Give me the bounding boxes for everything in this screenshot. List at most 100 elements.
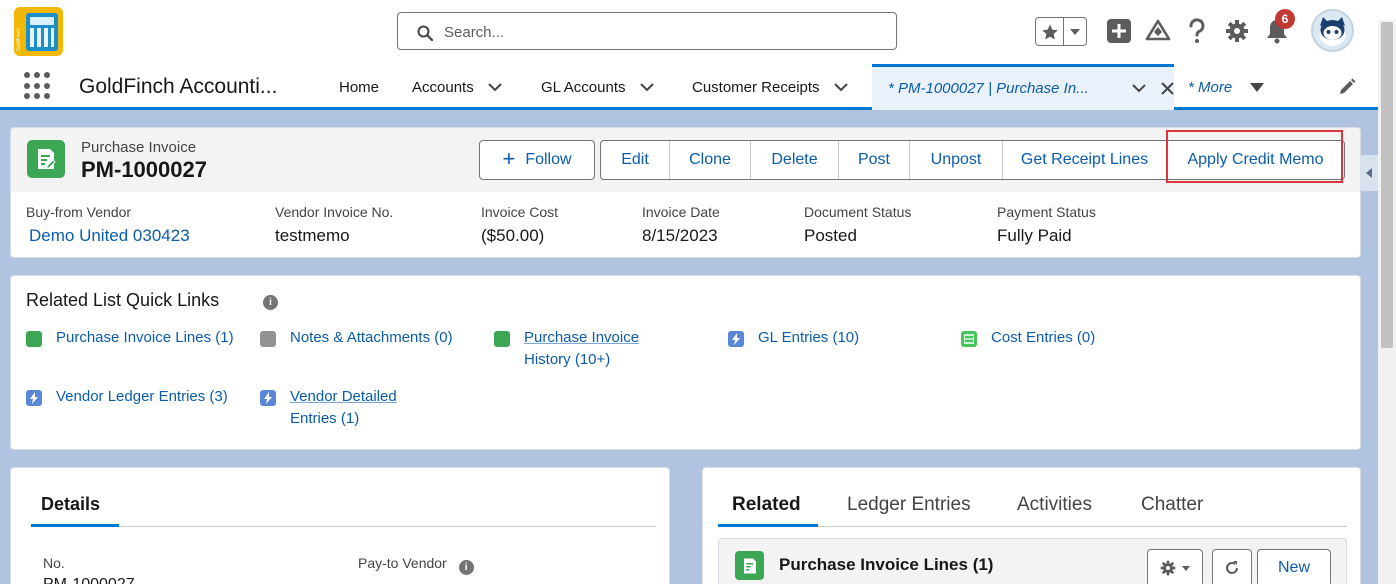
quick-link-label-line: Entries (1)	[290, 410, 360, 427]
tab-purchase-invoice-record[interactable]: * PM-1000027 | Purchase In...	[872, 64, 1174, 110]
lightning-icon	[260, 390, 276, 406]
related-list-title[interactable]: Purchase Invoice Lines (1)	[779, 555, 993, 575]
record-title: PM-1000027	[81, 157, 207, 182]
close-icon[interactable]	[1161, 82, 1174, 95]
calculator-icon	[26, 13, 58, 51]
new-button[interactable]: New	[1257, 549, 1331, 584]
refresh-button[interactable]	[1212, 549, 1252, 584]
field-value: testmemo	[275, 226, 350, 245]
tab-chatter[interactable]: Chatter	[1141, 494, 1203, 516]
quick-link-vendor-ledger-entries[interactable]: Vendor Ledger Entries (3)	[26, 388, 228, 408]
edit-button[interactable]: Edit	[601, 141, 669, 179]
quick-link-vendor-detailed-entries[interactable]: Vendor Detailed Entries (1)	[260, 388, 397, 430]
vendor-link[interactable]: Demo United 030423	[29, 226, 190, 246]
chevron-down-icon[interactable]	[639, 82, 654, 92]
nav-item-home[interactable]: Home	[339, 64, 379, 110]
favorites-list-button[interactable]	[1064, 18, 1086, 45]
quick-link-label-line: Vendor Detailed	[290, 388, 397, 405]
field-label: Vendor Invoice No.	[275, 204, 394, 220]
nav-more-label: * More	[1188, 78, 1233, 96]
quick-link-label: Vendor Ledger Entries (3)	[56, 388, 228, 405]
app-nav-bar: GoldFinch Accounti... Home Accounts GL A…	[0, 64, 1396, 110]
tab-related[interactable]: Related	[732, 494, 801, 516]
trailhead-button[interactable]	[1144, 17, 1172, 45]
pencil-icon[interactable]	[1338, 78, 1356, 96]
chevron-down-icon[interactable]	[833, 82, 848, 92]
caret-down-icon	[1250, 82, 1265, 92]
info-icon[interactable]: i	[263, 295, 278, 310]
quick-link-label: GL Entries (10)	[758, 329, 860, 346]
file-icon	[260, 331, 276, 347]
tab-activities[interactable]: Activities	[1017, 494, 1092, 516]
tab-divider	[31, 526, 656, 527]
avatar[interactable]	[1311, 9, 1354, 52]
plus-icon: +	[502, 146, 516, 171]
quick-link-cost-entries[interactable]: Cost Entries (0)	[961, 329, 1096, 349]
app-name: GoldFinch Accounti...	[79, 75, 278, 98]
nav-item-customer-receipts[interactable]: Customer Receipts	[692, 64, 848, 110]
field-payment-status: Payment Status Fully Paid	[997, 204, 1096, 246]
add-icon	[1107, 19, 1131, 43]
setup-button[interactable]	[1223, 17, 1251, 45]
field-vendor-invoice-no: Vendor Invoice No. testmemo	[275, 204, 393, 246]
unpost-button[interactable]: Unpost	[909, 141, 1002, 179]
side-panel-toggle[interactable]	[1360, 155, 1378, 191]
nav-item-gl-accounts[interactable]: GL Accounts	[541, 64, 654, 110]
active-tab-indicator	[31, 524, 119, 527]
field-label: Buy-from Vendor	[26, 204, 132, 220]
quick-links-title: Related List Quick Links i	[26, 290, 278, 311]
search-icon	[417, 25, 433, 41]
help-button[interactable]	[1183, 17, 1211, 45]
gear-icon	[1160, 560, 1176, 576]
post-button[interactable]: Post	[838, 141, 909, 179]
page-scrollbar[interactable]	[1378, 20, 1396, 584]
field-label: Document Status	[804, 204, 912, 220]
quick-link-label: Notes & Attachments (0)	[290, 329, 453, 346]
follow-button[interactable]: + Follow	[479, 140, 595, 180]
active-tab-indicator	[718, 524, 818, 527]
quick-link-gl-entries[interactable]: GL Entries (10)	[728, 329, 860, 349]
field-value: Posted	[804, 226, 857, 245]
scrollbar-thumb[interactable]	[1381, 22, 1393, 348]
field-label-no: No.	[43, 555, 65, 571]
global-search[interactable]	[397, 12, 897, 50]
nav-more-menu[interactable]: * More	[1188, 64, 1265, 110]
star-icon	[1041, 24, 1058, 39]
purchase-invoice-icon	[494, 331, 510, 347]
help-icon	[1189, 18, 1205, 43]
clone-button[interactable]: Clone	[669, 141, 750, 179]
field-label: Invoice Cost	[481, 204, 559, 220]
user-avatar-icon	[1319, 17, 1346, 46]
tab-ledger-entries[interactable]: Ledger Entries	[847, 494, 971, 516]
nav-item-accounts[interactable]: Accounts	[412, 64, 502, 110]
app-logo[interactable]: GoldFinch	[14, 7, 63, 56]
get-receipt-lines-button[interactable]: Get Receipt Lines	[1002, 141, 1166, 179]
favorites-group	[1035, 17, 1087, 46]
nav-item-label: Customer Receipts	[692, 78, 820, 96]
field-label: Payment Status	[997, 204, 1096, 220]
field-invoice-date: Invoice Date 8/15/2023	[642, 204, 720, 246]
field-label-pay-to-vendor: Pay-to Vendor i	[358, 555, 474, 575]
quick-link-purchase-invoice-lines[interactable]: Purchase Invoice Lines (1)	[26, 329, 234, 349]
quick-link-label-line: Purchase Invoice	[524, 329, 640, 346]
global-header: GoldFinch 6	[0, 0, 1396, 64]
field-buy-from-vendor: Buy-from Vendor Demo United 030423	[26, 204, 190, 246]
search-input[interactable]	[444, 21, 884, 43]
list-settings-button[interactable]	[1147, 549, 1203, 584]
chevron-down-icon[interactable]	[487, 82, 502, 92]
lightning-icon	[728, 331, 744, 347]
quick-link-purchase-invoice-history[interactable]: Purchase Invoice History (10+)	[494, 329, 640, 371]
info-icon[interactable]: i	[458, 560, 474, 575]
record-highlights-panel: Purchase Invoice PM-1000027 + Follow Edi…	[10, 127, 1361, 258]
highlight-annotation-box	[1166, 130, 1343, 183]
delete-button[interactable]: Delete	[750, 141, 838, 179]
tab-details[interactable]: Details	[41, 494, 100, 515]
chevron-down-icon[interactable]	[1132, 84, 1146, 93]
quick-link-label: Cost Entries (0)	[991, 329, 1096, 346]
app-launcher-icon[interactable]	[24, 72, 52, 100]
caret-down-icon	[1182, 565, 1190, 571]
favorites-button[interactable]	[1036, 18, 1065, 45]
quick-link-notes-attachments[interactable]: Notes & Attachments (0)	[260, 329, 453, 349]
global-actions-button[interactable]	[1105, 17, 1133, 45]
field-document-status: Document Status Posted	[804, 204, 911, 246]
